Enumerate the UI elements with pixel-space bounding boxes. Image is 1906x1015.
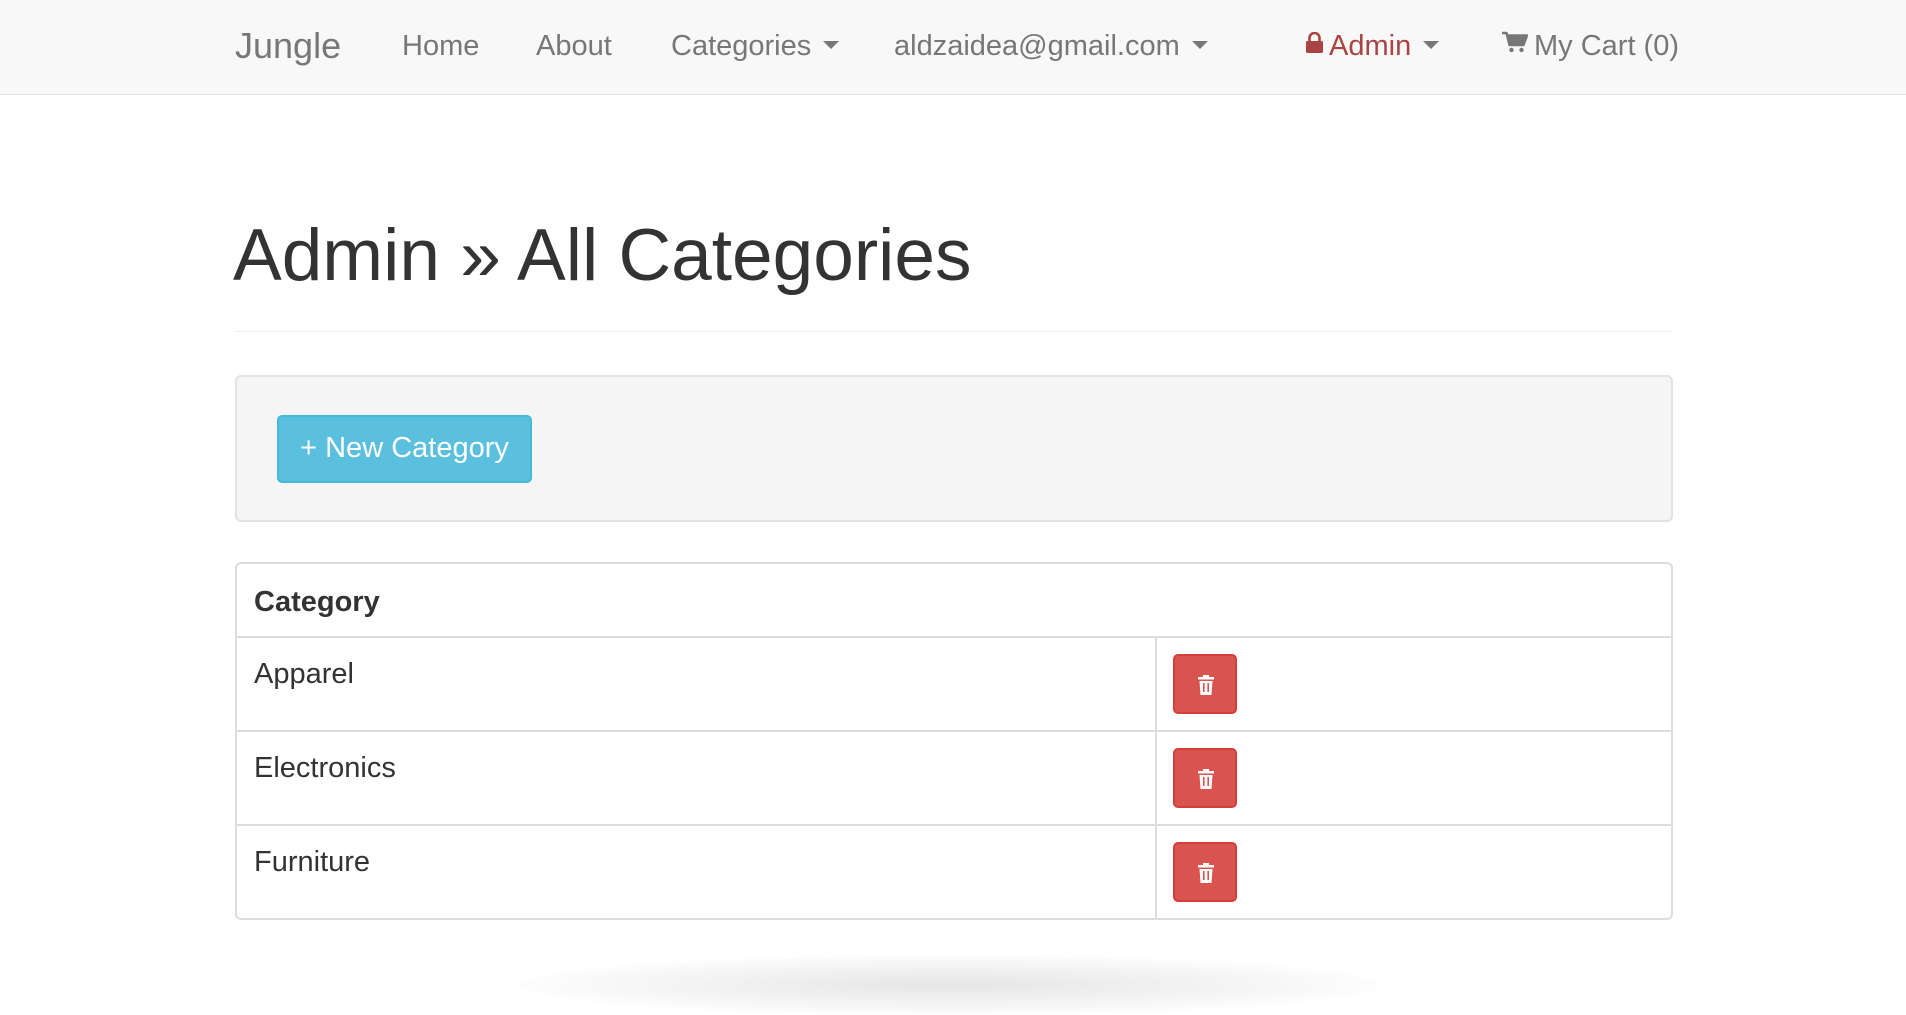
nav-categories-dropdown[interactable]: Categories — [671, 0, 840, 95]
new-category-button[interactable]: + New Category — [277, 415, 532, 483]
nav-user-dropdown[interactable]: aldzaidea@gmail.com — [894, 0, 1208, 95]
page-title: Admin » All Categories — [233, 215, 972, 296]
chevron-down-icon — [1191, 41, 1208, 50]
trash-icon — [1198, 769, 1214, 789]
column-divider — [1155, 826, 1157, 918]
nav-cart-label: My Cart (0) — [1534, 30, 1679, 62]
table-row: Electronics — [237, 732, 1671, 826]
shopping-cart-icon — [1502, 0, 1529, 90]
delete-button[interactable] — [1173, 842, 1237, 902]
decorative-shadow — [520, 955, 1380, 1015]
category-name: Electronics — [254, 752, 396, 784]
nav-admin-label: Admin — [1329, 30, 1412, 62]
chevron-down-icon — [1423, 41, 1440, 50]
column-header-category: Category — [254, 586, 380, 618]
brand-link[interactable]: Jungle — [235, 0, 341, 95]
category-name: Furniture — [254, 846, 371, 878]
column-divider — [1155, 732, 1157, 824]
table-row: Furniture — [237, 826, 1671, 918]
nav-user-email: aldzaidea@gmail.com — [894, 30, 1180, 62]
delete-button[interactable] — [1173, 748, 1237, 808]
nav-about-link[interactable]: About — [536, 0, 612, 95]
nav-admin-dropdown[interactable]: Admin — [1306, 0, 1440, 95]
categories-table: Category Apparel Electronics Furniture — [235, 562, 1673, 920]
toolbar-well: + New Category — [235, 375, 1673, 522]
nav-cart-link[interactable]: My Cart (0) — [1502, 0, 1679, 95]
chevron-down-icon — [823, 41, 840, 50]
trash-icon — [1198, 675, 1214, 695]
nav-home-link[interactable]: Home — [402, 0, 479, 95]
column-divider — [1155, 638, 1157, 730]
trash-icon — [1198, 863, 1214, 883]
top-navbar: Jungle Home About Categories aldzaidea@g… — [0, 0, 1906, 95]
lock-icon — [1306, 0, 1323, 90]
table-row: Apparel — [237, 638, 1671, 732]
category-name: Apparel — [254, 658, 354, 690]
nav-categories-label: Categories — [671, 30, 812, 62]
table-header: Category — [237, 564, 1671, 638]
title-divider — [235, 331, 1673, 332]
delete-button[interactable] — [1173, 654, 1237, 714]
